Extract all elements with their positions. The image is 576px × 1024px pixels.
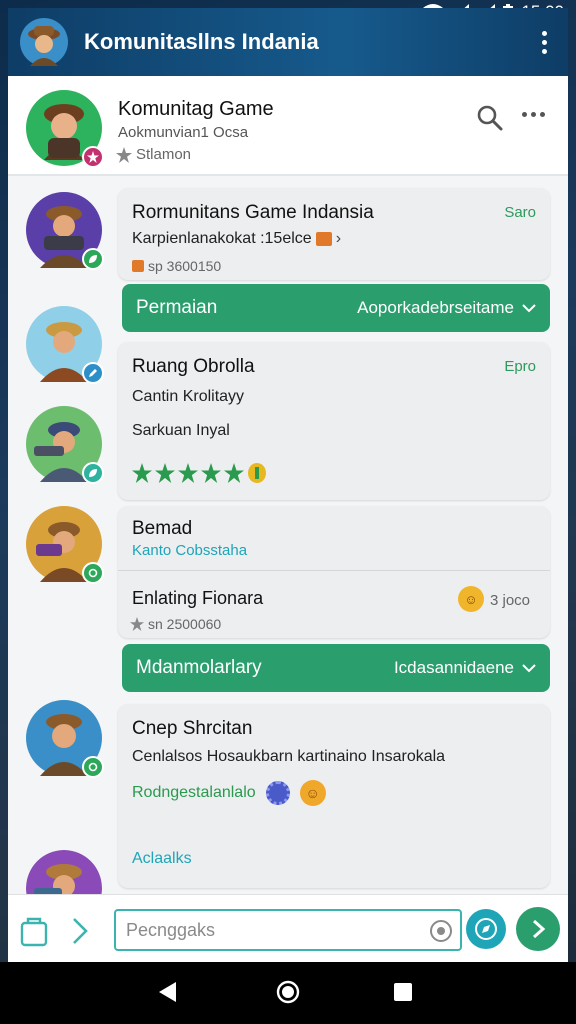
overflow-menu-icon[interactable] bbox=[526, 24, 562, 60]
home-icon[interactable] bbox=[276, 980, 300, 1009]
message-input[interactable] bbox=[126, 919, 416, 941]
community-subtitle: Aokmunvian1 Ocsa bbox=[118, 124, 249, 141]
category-bar[interactable]: Permaian Aoporkadebrseitame bbox=[122, 284, 550, 332]
smile-emoji-icon: ☺ bbox=[299, 780, 326, 806]
category-action[interactable]: Icdasannidaene bbox=[394, 658, 536, 678]
app-avatar[interactable] bbox=[20, 18, 68, 66]
edit-badge-icon bbox=[82, 362, 104, 384]
member-avatar[interactable] bbox=[26, 850, 102, 900]
compass-icon bbox=[475, 918, 497, 940]
community-status: Stlamon bbox=[116, 146, 191, 163]
star-icon bbox=[130, 617, 144, 631]
attachment-icon[interactable] bbox=[18, 915, 50, 952]
chat-time: Epro bbox=[504, 358, 536, 375]
search-icon[interactable] bbox=[476, 104, 504, 132]
chat-row-title: Enlating Fionara bbox=[132, 588, 264, 608]
chat-card[interactable]: Ruang Obrolla Epro Cantin Krolitayy Sark… bbox=[118, 342, 550, 500]
leaf-badge-icon bbox=[82, 248, 104, 270]
star-icon bbox=[132, 463, 152, 483]
emoji-picker-icon[interactable] bbox=[430, 920, 452, 942]
member-avatar[interactable] bbox=[26, 406, 104, 484]
chevron-down-icon bbox=[522, 304, 536, 313]
conversation-list: Komunitag Game Aokmunvian1 Ocsa Stlamon … bbox=[8, 76, 568, 962]
chat-meta: sn 2500060 bbox=[130, 616, 221, 632]
message-input-box bbox=[114, 909, 462, 951]
chat-time: Saro bbox=[504, 204, 536, 221]
member-avatar[interactable] bbox=[26, 306, 104, 384]
chat-subtitle: Kanto Cobsstaha bbox=[132, 542, 248, 559]
category-action-text: Icdasannidaene bbox=[393, 658, 514, 677]
chat-card[interactable]: Bemad Kanto Cobsstaha Enlating Fionara ☺… bbox=[118, 506, 550, 638]
chat-line: Sarkuan Inyal bbox=[132, 422, 230, 439]
compass-button[interactable] bbox=[466, 909, 506, 949]
chat-link[interactable]: Aclaalks bbox=[132, 850, 192, 868]
system-nav-bar bbox=[0, 962, 576, 1024]
star-icon bbox=[116, 146, 132, 163]
chat-line: Cenlalsos Hosaukbarn kartinaino Insaroka… bbox=[132, 748, 446, 765]
chat-title: Rormunitans Game Indansia bbox=[132, 202, 374, 223]
star-icon bbox=[201, 463, 221, 483]
chat-preview-text: Karpienlanakokat :15elce bbox=[132, 230, 312, 247]
divider bbox=[118, 570, 550, 571]
chat-card[interactable]: Rormunitans Game Indansia Saro Karpienla… bbox=[118, 188, 550, 280]
member-avatar[interactable] bbox=[26, 506, 104, 584]
chevron-down-icon bbox=[522, 664, 536, 673]
rating-stars bbox=[132, 462, 267, 484]
star-icon bbox=[224, 463, 244, 483]
category-bar[interactable]: Mdanmolarlary Icdasannidaene bbox=[122, 644, 550, 692]
app-title: Komunitasllns Indania bbox=[84, 29, 319, 54]
chevron-right-icon bbox=[533, 919, 546, 939]
star-icon bbox=[155, 463, 175, 483]
chat-green-row: Rodngestalanlalo ☺ bbox=[132, 780, 326, 806]
community-status-text: Stlamon bbox=[136, 146, 192, 163]
message-input-bar bbox=[8, 894, 568, 962]
chevron-right-icon: › bbox=[335, 230, 342, 247]
chat-preview: Karpienlanakokat :15elce › bbox=[132, 230, 341, 248]
leaf-badge-icon bbox=[82, 756, 104, 778]
gift-icon bbox=[315, 232, 332, 246]
leaf-badge-icon bbox=[82, 562, 104, 584]
category-label: Mdanmolarlary bbox=[136, 657, 262, 678]
chat-meta-text: sp 3600150 bbox=[148, 258, 222, 274]
chat-line: Cantin Krolitayy bbox=[132, 388, 245, 405]
chat-card[interactable]: Cnep Shrcitan Cenlalsos Hosaukbarn karti… bbox=[118, 704, 550, 888]
member-avatar[interactable] bbox=[26, 192, 104, 270]
send-button[interactable] bbox=[516, 907, 560, 951]
category-action-text: Aoporkadebrseitame bbox=[357, 298, 514, 317]
chat-meta: sp 3600150 bbox=[132, 258, 221, 274]
recents-icon[interactable] bbox=[394, 983, 412, 1006]
community-header: Komunitag Game Aokmunvian1 Ocsa Stlamon bbox=[8, 76, 568, 176]
gem-icon bbox=[132, 260, 144, 272]
community-title: Komunitag Game bbox=[118, 98, 274, 120]
shield-icon bbox=[248, 463, 266, 483]
chat-title: Bemad bbox=[132, 518, 193, 539]
chat-row-count: 3 joco bbox=[490, 592, 531, 609]
chat-title: Cnep Shrcitan bbox=[132, 718, 253, 739]
member-avatar[interactable] bbox=[26, 700, 104, 778]
app-bar: Komunitasllns Indania bbox=[8, 8, 568, 76]
gear-flower-icon bbox=[265, 781, 290, 805]
category-action[interactable]: Aoporkadebrseitame bbox=[357, 298, 536, 318]
category-label: Permaian bbox=[136, 297, 218, 318]
chat-meta-text: sn 2500060 bbox=[148, 616, 222, 632]
chat-title: Ruang Obrolla bbox=[132, 356, 255, 377]
emoji-icon: ☺ bbox=[458, 586, 484, 612]
chat-green-text: Rodngestalanlalo bbox=[132, 784, 256, 801]
chevron-right-icon[interactable] bbox=[70, 917, 90, 950]
star-badge-icon bbox=[82, 146, 104, 168]
star-icon bbox=[178, 463, 198, 483]
community-avatar[interactable] bbox=[26, 90, 104, 168]
leaf-badge-icon bbox=[82, 462, 104, 484]
more-options-icon[interactable] bbox=[522, 112, 545, 117]
back-icon[interactable] bbox=[158, 981, 178, 1008]
